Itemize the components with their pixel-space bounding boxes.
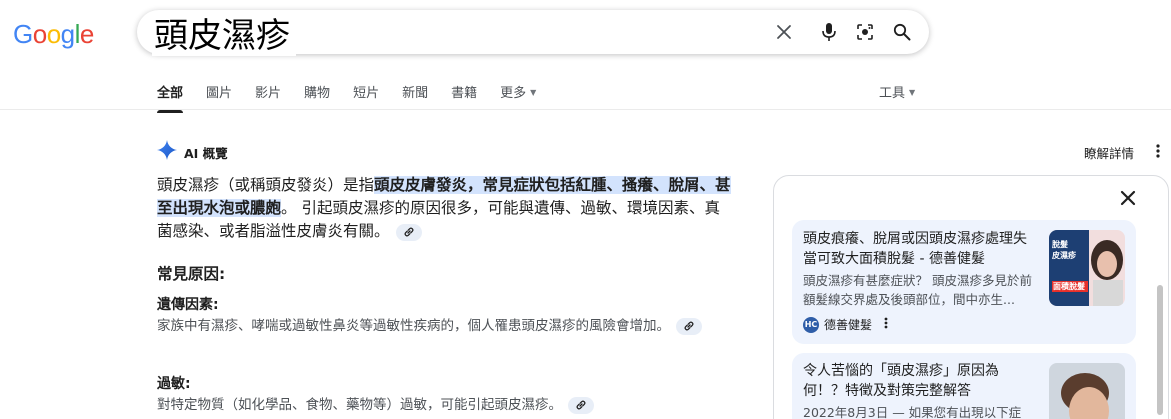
section-title: 常見原因: xyxy=(157,265,226,283)
camera-lens-icon[interactable] xyxy=(855,22,875,42)
search-icon[interactable] xyxy=(892,22,912,42)
source-thumbnail[interactable]: 脫髮 皮濕疹 面積脫髮 xyxy=(1049,230,1125,306)
cause-text-body: 對特定物質（如化學品、食物、藥物等）過敏，可能引起頭皮濕疹。 xyxy=(157,397,562,413)
ai-summary: 頭皮濕疹（或稱頭皮發炎）是指頭皮皮膚發炎，常見症狀包括紅腫、搔癢、脫屑、甚至出現… xyxy=(157,174,732,243)
source-thumbnail[interactable] xyxy=(1049,363,1125,419)
link-icon[interactable] xyxy=(676,317,702,335)
microphone-icon[interactable] xyxy=(819,22,839,42)
more-options-icon[interactable] xyxy=(1151,142,1165,160)
source-name: 德善健髮 xyxy=(824,318,873,332)
logo-letter: o xyxy=(32,19,47,49)
logo-letter: o xyxy=(46,19,61,49)
google-logo[interactable]: Google xyxy=(13,19,94,50)
logo-letter: e xyxy=(79,19,94,49)
link-icon[interactable] xyxy=(395,223,422,241)
close-icon[interactable] xyxy=(774,22,794,42)
source-card[interactable]: 頭皮痕癢、脫屑或因頭皮濕疹處理失當可致大面積脫髮 - 德善健髮 頭皮濕疹有甚麼症… xyxy=(792,220,1136,344)
caret-down-icon: ▼ xyxy=(530,88,537,97)
source-card-title[interactable]: 頭皮痕癢、脫屑或因頭皮濕疹處理失當可致大面積脫髮 - 德善健髮 xyxy=(803,229,1038,269)
search-query[interactable]: 頭皮濕疹 xyxy=(152,16,296,56)
source-favicon: HC xyxy=(803,316,819,333)
ai-overview-title: AI 概覽 xyxy=(184,145,228,161)
source-card-desc: 2022年8月3日 — 如果您有出現以下症 xyxy=(803,405,1022,419)
close-icon[interactable] xyxy=(1118,188,1138,208)
header-divider xyxy=(0,109,1171,110)
logo-letter: G xyxy=(13,19,33,49)
source-row[interactable]: HC 德善健髮 xyxy=(803,316,888,333)
summary-prefix: 頭皮濕疹（或稱頭皮發炎）是指 xyxy=(157,176,375,194)
cause-text: 家族中有濕疹、哮喘或過敏性鼻炎等過敏性疾病的，個人罹患頭皮濕疹的風險會增加。 xyxy=(157,316,717,337)
thumb-text: 皮濕疹 xyxy=(1052,251,1076,260)
source-card-title[interactable]: 令人苦惱的「頭皮濕疹」原因為何！？特徵及對策完整解答 xyxy=(803,361,1038,401)
tab-more-label: 更多 xyxy=(500,86,527,101)
tools-button[interactable]: 工具 ▼ xyxy=(879,82,915,101)
caret-down-icon: ▼ xyxy=(909,88,916,97)
cause-text-body: 家族中有濕疹、哮喘或過敏性鼻炎等過敏性疾病的，個人罹患頭皮濕疹的風險會增加。 xyxy=(157,318,670,334)
ai-overview-header: AI 概覽 xyxy=(157,140,228,164)
learn-more-link[interactable]: 瞭解詳情 xyxy=(1084,143,1134,162)
source-card[interactable]: 令人苦惱的「頭皮濕疹」原因為何！？特徵及對策完整解答 2022年8月3日 — 如… xyxy=(792,353,1136,419)
tools-label: 工具 xyxy=(879,86,906,101)
more-options-icon[interactable] xyxy=(884,317,888,332)
logo-letter: g xyxy=(60,19,75,49)
thumb-text: 面積脫髮 xyxy=(1052,281,1088,292)
cause-title: 過敏: xyxy=(157,376,191,392)
link-icon[interactable] xyxy=(568,396,594,414)
cause-text: 對特定物質（如化學品、食物、藥物等）過敏，可能引起頭皮濕疹。 xyxy=(157,395,717,416)
sparkle-icon xyxy=(157,140,177,164)
panel-scrollbar[interactable] xyxy=(1157,285,1163,415)
thumb-text: 脫髮 xyxy=(1052,240,1068,249)
source-card-desc: 頭皮濕疹有甚麼症狀？ 頭皮濕疹多見於前額髮線交界處及後頭部位，間中亦生... xyxy=(803,273,1032,307)
cause-title: 遺傳因素: xyxy=(157,297,219,313)
